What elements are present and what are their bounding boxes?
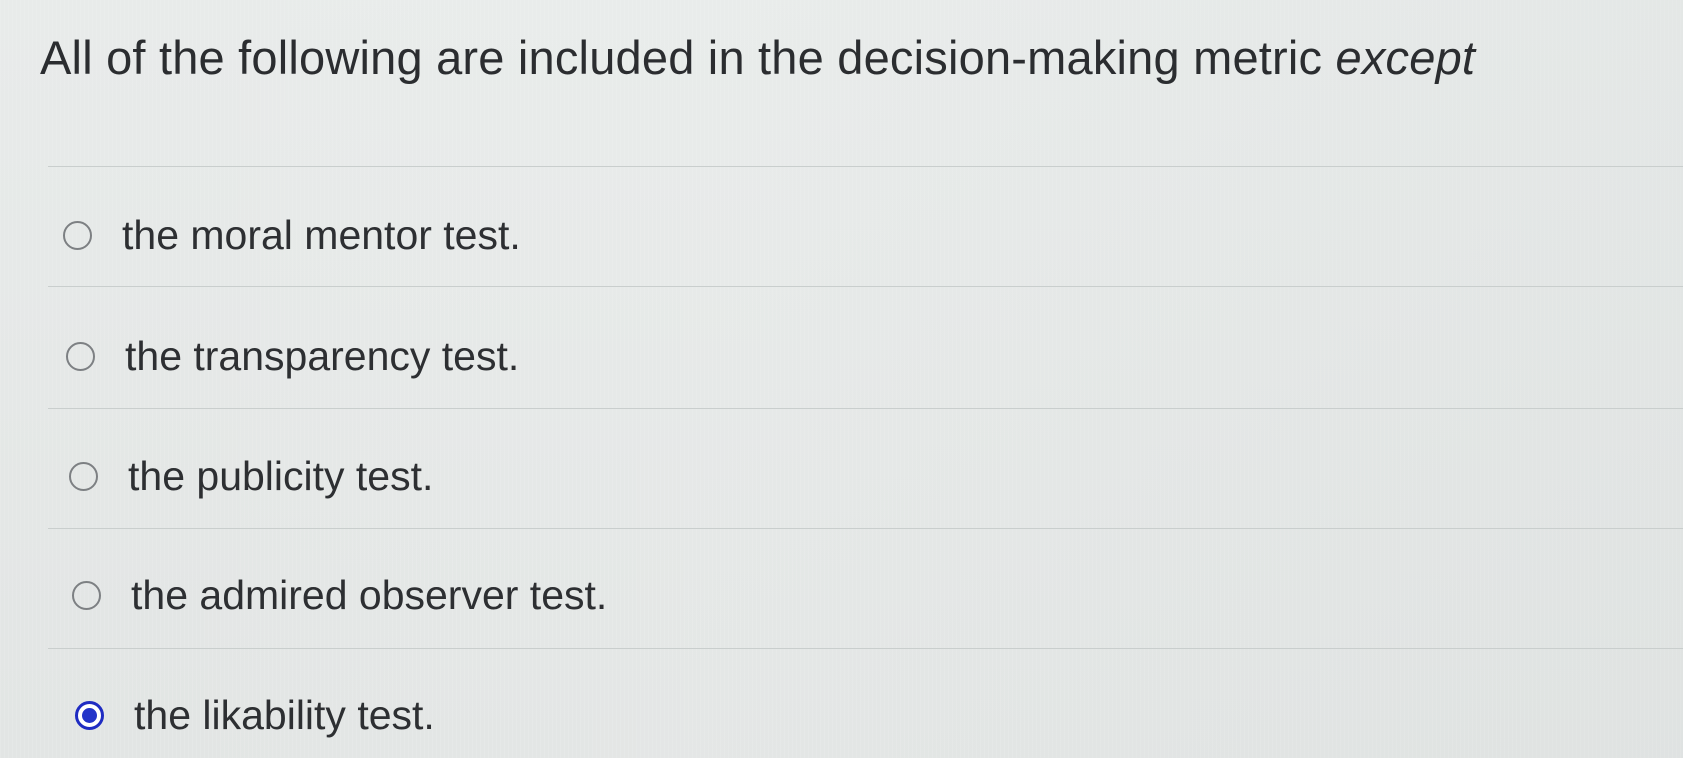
- option-label[interactable]: the moral mentor test.: [122, 212, 521, 259]
- option-admired-observer[interactable]: the admired observer test.: [72, 572, 607, 619]
- option-publicity[interactable]: the publicity test.: [69, 453, 433, 500]
- divider: [48, 166, 1683, 167]
- screen-background: All of the following are included in the…: [0, 0, 1683, 758]
- radio-button[interactable]: [72, 581, 101, 610]
- radio-button-selected[interactable]: [75, 701, 104, 730]
- divider: [48, 528, 1683, 529]
- option-label[interactable]: the admired observer test.: [131, 572, 607, 619]
- option-label[interactable]: the publicity test.: [128, 453, 433, 500]
- option-label[interactable]: the likability test.: [134, 692, 435, 739]
- divider: [48, 286, 1683, 287]
- option-likability[interactable]: the likability test.: [75, 692, 435, 739]
- option-moral-mentor[interactable]: the moral mentor test.: [63, 212, 521, 259]
- option-label[interactable]: the transparency test.: [125, 333, 519, 380]
- option-transparency[interactable]: the transparency test.: [66, 333, 519, 380]
- radio-button[interactable]: [66, 342, 95, 371]
- question-text: All of the following are included in the…: [40, 30, 1475, 85]
- radio-button[interactable]: [63, 221, 92, 250]
- radio-button[interactable]: [69, 462, 98, 491]
- divider: [48, 648, 1683, 649]
- question-prefix: All of the following are included in the…: [40, 31, 1336, 84]
- question-emphasis: except: [1335, 31, 1476, 84]
- divider: [48, 408, 1683, 409]
